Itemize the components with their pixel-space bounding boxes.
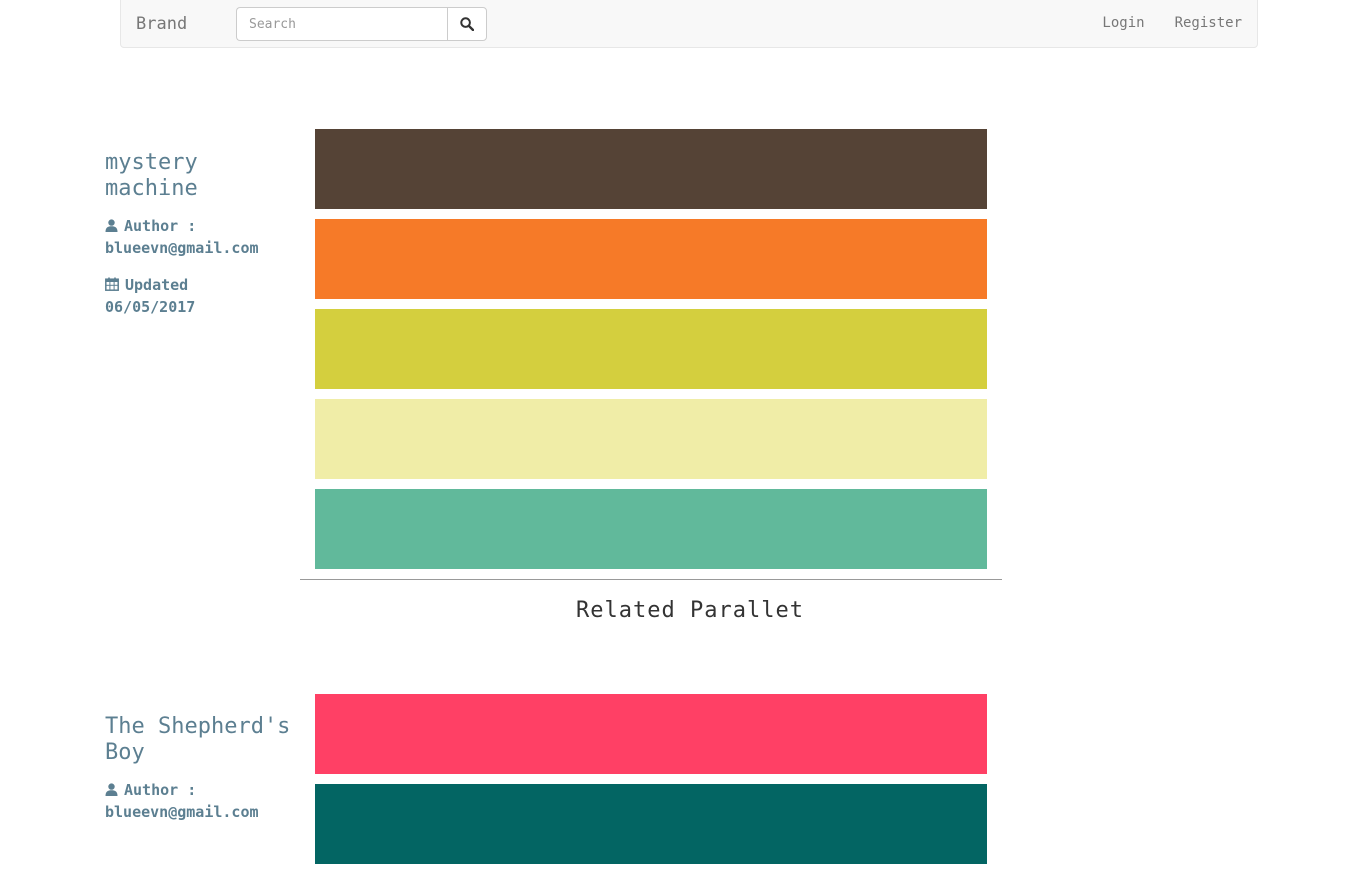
updated-date: 06/05/2017 — [105, 298, 196, 316]
navbar: Brand Login Register — [120, 0, 1258, 48]
author-info: Author : blueevn@gmail.com — [105, 215, 295, 259]
color-swatch[interactable] — [315, 129, 987, 209]
user-icon — [105, 219, 118, 232]
updated-label: Updated — [125, 276, 189, 294]
color-swatch[interactable] — [315, 784, 987, 864]
color-swatch[interactable] — [315, 399, 987, 479]
register-link[interactable]: Register — [1175, 15, 1242, 31]
palette-title[interactable]: mystery machine — [105, 150, 295, 202]
color-swatch[interactable] — [315, 219, 987, 299]
calendar-icon — [105, 277, 119, 291]
updated-info: Updated 06/05/2017 — [105, 274, 295, 318]
palette-title[interactable]: The Shepherd's Boy — [105, 714, 295, 766]
user-icon — [105, 783, 118, 796]
palette-info: mystery machine Author : blueevn@gmail.c… — [105, 150, 295, 318]
color-swatch[interactable] — [315, 309, 987, 389]
login-link[interactable]: Login — [1102, 15, 1144, 31]
author-info: Author : blueevn@gmail.com — [105, 779, 295, 823]
search-form — [236, 7, 487, 41]
related-heading: Related Parallet — [576, 598, 804, 623]
palette-info: The Shepherd's Boy Author : blueevn@gmai… — [105, 714, 295, 823]
search-input[interactable] — [236, 7, 447, 41]
author-email: blueevn@gmail.com — [105, 803, 259, 821]
search-icon — [460, 17, 474, 31]
section-divider — [300, 579, 1002, 580]
search-button[interactable] — [447, 7, 487, 41]
color-swatch[interactable] — [315, 489, 987, 569]
palette-swatches — [315, 694, 987, 874]
color-swatch[interactable] — [315, 694, 987, 774]
author-label: Author : — [124, 781, 197, 799]
author-label: Author : — [124, 217, 197, 235]
palette-swatches — [315, 129, 987, 579]
nav-right: Login Register — [1102, 15, 1242, 31]
author-email: blueevn@gmail.com — [105, 239, 259, 257]
brand-link[interactable]: Brand — [136, 14, 187, 34]
